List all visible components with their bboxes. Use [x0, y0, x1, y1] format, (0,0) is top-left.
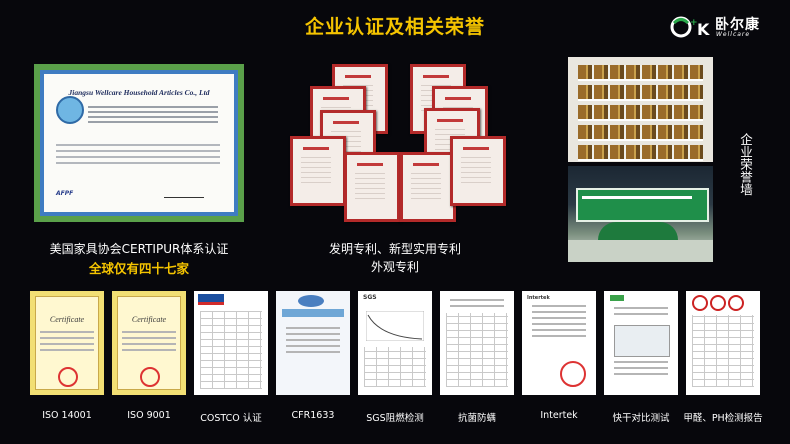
seal-icon [140, 367, 160, 387]
patent-certificates [290, 60, 506, 230]
seal-icon [560, 361, 586, 387]
thumb-label: ISO 9001 [127, 410, 171, 421]
certificate-highlight: 全球仅有四十七家 [88, 261, 189, 276]
ilac-logo-icon [710, 295, 726, 311]
quick-dry-report [604, 291, 678, 395]
slide: 企业认证及相关荣誉 + K 卧尔康 Wellcare Jiangsu Wellc… [0, 0, 790, 444]
costco-logo-icon [198, 294, 224, 302]
thumb-label: SGS阻燃检测 [366, 413, 424, 424]
intertek-report: Intertek [522, 291, 596, 395]
patent-caption-line2: 外观专利 [370, 260, 419, 274]
patent-certificate [290, 136, 346, 206]
iso9001-certificate: Certificate [112, 291, 186, 395]
thumb-label: Intertek [540, 410, 578, 421]
thumb-label: COSTCO 认证 [200, 413, 262, 424]
cnas-logo-icon [728, 295, 744, 311]
brand-logo: + K 卧尔康 Wellcare [670, 14, 780, 40]
thumb-heading: Certificate [131, 315, 167, 324]
chart-icon [366, 311, 424, 341]
patent-certificate [400, 152, 456, 222]
award-logo-icon [298, 295, 324, 307]
iso14001-certificate: Certificate [30, 291, 104, 395]
showroom-photo [568, 166, 713, 262]
cfr1633-certificate [276, 291, 350, 395]
patent-certificate [344, 152, 400, 222]
thumb-label: 甲醛、PH检测报告 [683, 413, 763, 424]
cma-logo-icon [692, 295, 708, 311]
sgs-report: SGS [358, 291, 432, 395]
patent-caption-line1: 发明专利、新型实用专利 [328, 242, 461, 256]
thumb-label: ISO 14001 [42, 410, 92, 421]
lab-logo-icon [610, 295, 624, 301]
certipur-badge-icon [56, 96, 84, 124]
certipur-certificate: Jiangsu Wellcare Household Articles Co.,… [34, 64, 244, 222]
formaldehyde-ph-report [686, 291, 760, 395]
thumb-heading: Certificate [49, 315, 85, 324]
certificate-caption: 美国家具协会CERTIPUR体系认证 [49, 242, 229, 256]
svg-text:K: K [697, 20, 710, 39]
afpi-logo-icon: AFPF [56, 190, 74, 197]
photo-icon [614, 325, 670, 357]
thumb-label: CFR1633 [291, 410, 335, 421]
sgs-logo: SGS [363, 294, 377, 301]
intertek-logo: Intertek [527, 295, 550, 301]
logo-mark-icon: + K [670, 16, 710, 39]
patent-certificate [450, 136, 506, 206]
thumb-label: 快干对比测试 [612, 413, 670, 424]
costco-certificate [194, 291, 268, 395]
thumb-label: 抗菌防螨 [457, 413, 496, 424]
honor-wall-photo [568, 57, 713, 162]
signature [164, 189, 204, 198]
antibacterial-report [440, 291, 514, 395]
logo-brand-en: Wellcare [716, 31, 751, 38]
honor-wall-label: 企业荣誉墙 [738, 133, 753, 196]
seal-icon [58, 367, 78, 387]
